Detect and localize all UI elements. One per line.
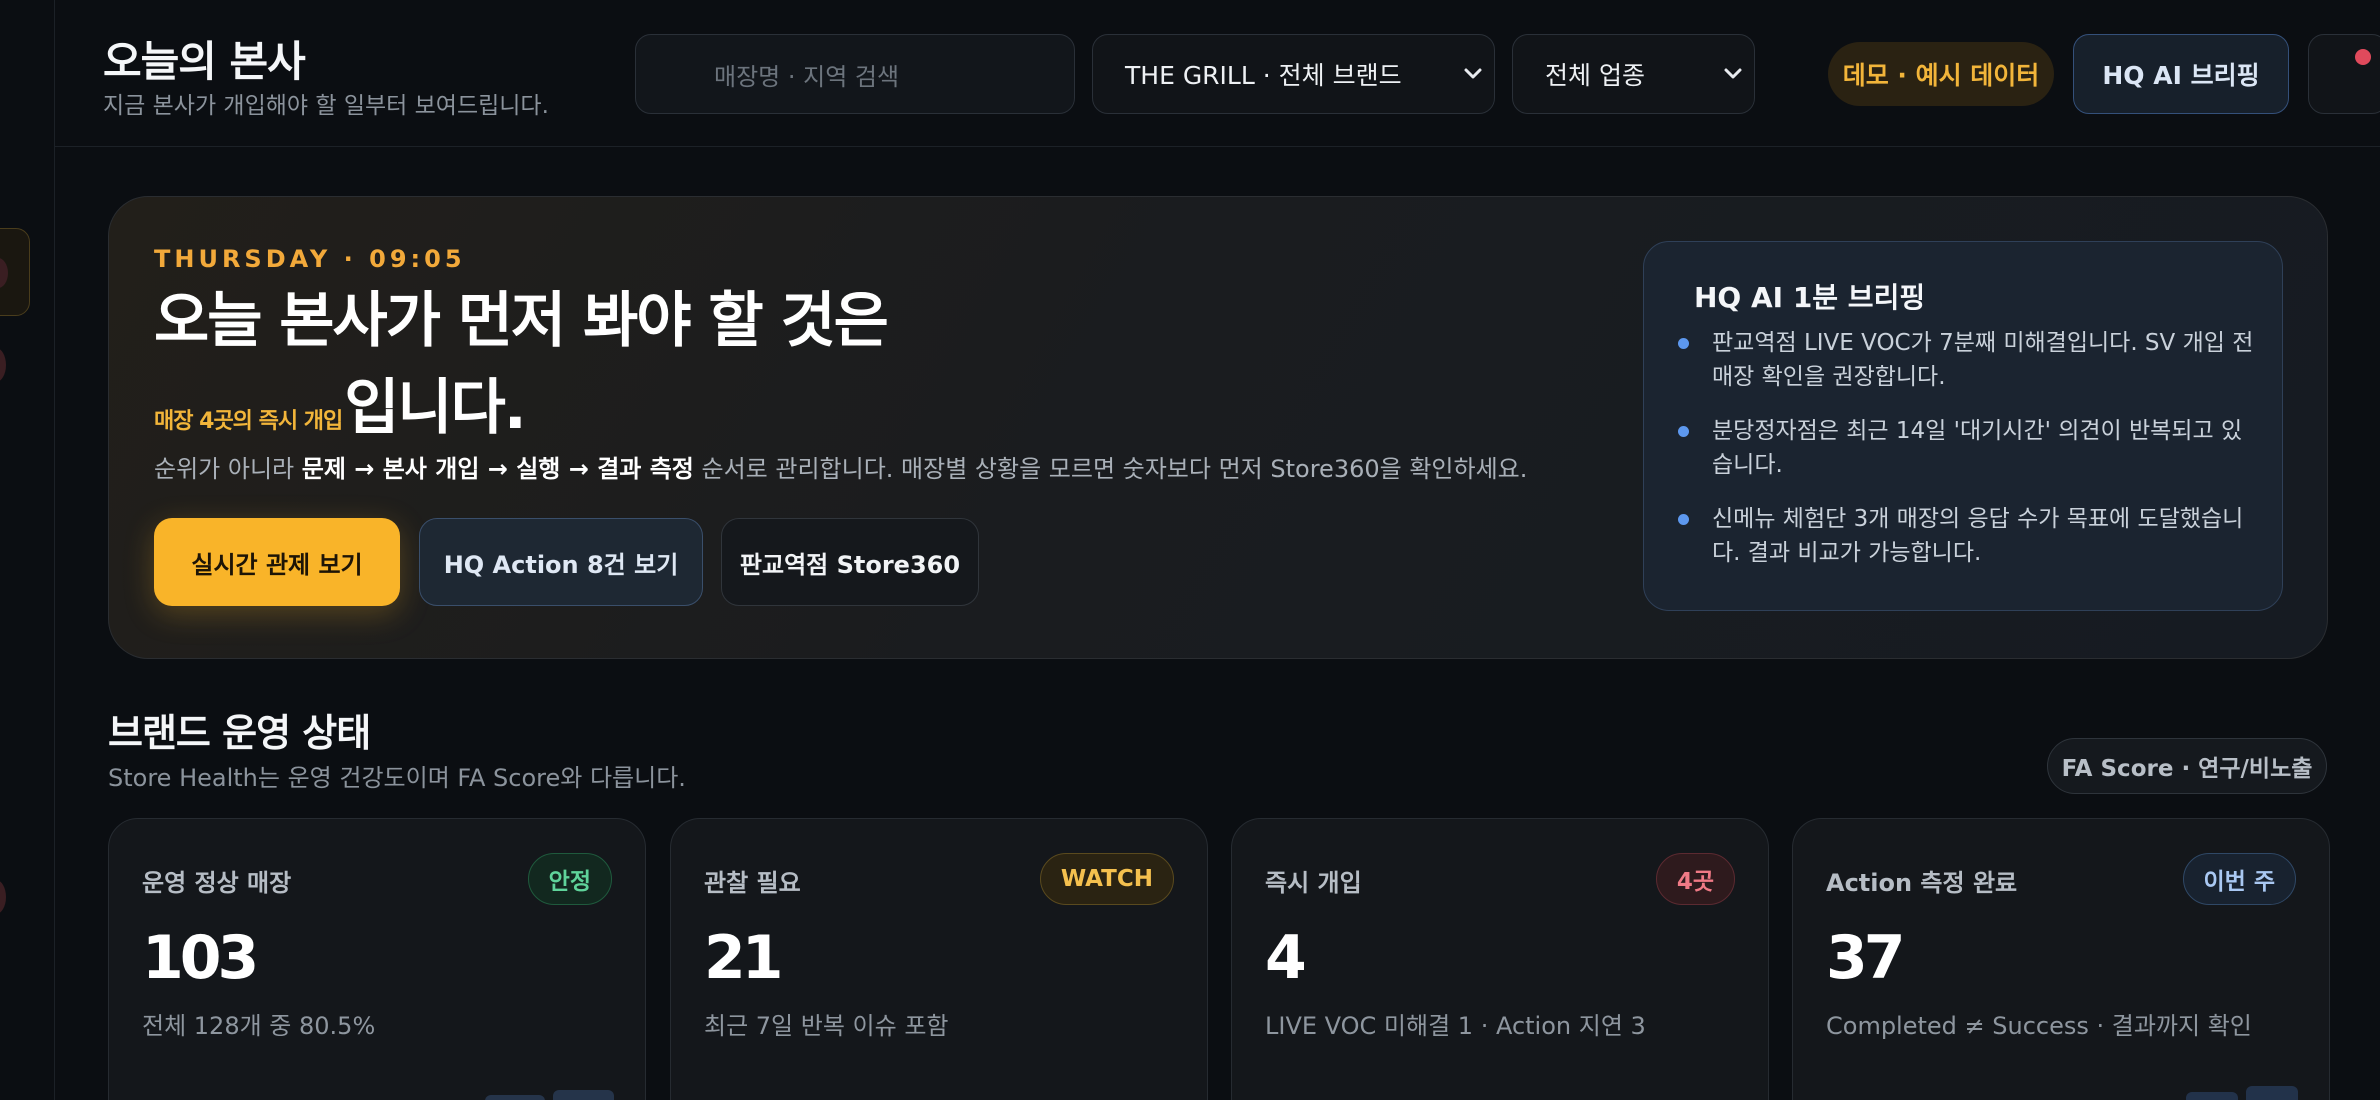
briefing-item: 판교역점 LIVE VOC가 7분째 미해결입니다. SV 개입 전 매장 확인…: [1678, 326, 2258, 394]
section-subtitle: Store Health는 운영 건강도이며 FA Score와 다릅니다.: [108, 764, 686, 792]
metric-card-action-done[interactable]: Action 측정 완료 이번 주 37 Completed ≠ Success…: [1792, 818, 2330, 1100]
notification-button[interactable]: [2308, 34, 2380, 114]
metric-note: Completed ≠ Success · 결과까지 확인: [1826, 1012, 2252, 1040]
hero-description: 순위가 아니라 문제 → 본사 개입 → 실행 → 결과 측정 순서로 관리합니…: [154, 449, 1527, 484]
date-time-kicker: THURSDAY · 09:05: [154, 245, 466, 273]
briefing-title: HQ AI 1분 브리핑: [1694, 281, 1926, 314]
briefing-item: 신메뉴 체험단 3개 매장의 응답 수가 목표에 도달했습니다. 결과 비교가 …: [1678, 502, 2258, 570]
metric-note: 최근 7일 반복 이슈 포함: [704, 1012, 949, 1040]
briefing-item-text: 신메뉴 체험단 3개 매장의 응답 수가 목표에 도달했습니다. 결과 비교가 …: [1712, 506, 2244, 566]
hero-headline-line2: 매장 4곳의 즉시 개입 입니다.: [154, 359, 527, 446]
metric-label: 운영 정상 매장: [142, 869, 292, 897]
bullet-icon: [1678, 426, 1689, 437]
briefing-item-text: 분당정자점은 최근 14일 '대기시간' 의견이 반복되고 있습니다.: [1712, 418, 2243, 478]
sparkline-bar: [484, 1095, 546, 1100]
hero-highlight: 매장 4곳의 즉시 개입: [154, 409, 343, 434]
hero-headline-tail: 입니다.: [344, 373, 526, 443]
metric-note: LIVE VOC 미해결 1 · Action 지연 3: [1265, 1012, 1646, 1040]
sparkline-bars: [142, 1077, 614, 1100]
hero-desc-prefix: 순위가 아니라: [154, 455, 302, 483]
status-badge: WATCH: [1039, 853, 1174, 905]
notification-dot-icon: [2355, 49, 2371, 65]
briefing-item-text: 판교역점 LIVE VOC가 7분째 미해결입니다. SV 개입 전 매장 확인…: [1712, 330, 2254, 390]
hero-desc-flow: 문제 → 본사 개입 → 실행 → 결과 측정: [301, 455, 694, 483]
top-header: 오늘의 본사 지금 본사가 개입해야 할 일부터 보여드립니다. 매장명 · 지…: [55, 0, 2380, 147]
realtime-monitor-button[interactable]: 실시간 관제 보기: [154, 518, 400, 606]
industry-select-value: 전체 업종: [1545, 61, 1645, 90]
metric-value: 21: [704, 923, 783, 993]
chevron-down-icon: [1724, 68, 1742, 79]
hero-desc-suffix: 순서로 관리합니다. 매장별 상황을 모르면 숫자보다 먼저 Store360을…: [693, 455, 1528, 483]
industry-select[interactable]: 전체 업종: [1512, 34, 1755, 114]
sparkline-bar: [2246, 1086, 2298, 1100]
metric-label: 즉시 개입: [1265, 869, 1362, 897]
search-input[interactable]: 매장명 · 지역 검색: [635, 34, 1075, 114]
chevron-down-icon: [1464, 68, 1482, 79]
ai-briefing-card: HQ AI 1분 브리핑 판교역점 LIVE VOC가 7분째 미해결입니다. …: [1643, 241, 2283, 611]
sidebar-alert-dot: [0, 880, 6, 914]
bullet-icon: [1678, 514, 1689, 525]
sparkline-bar: [2186, 1092, 2238, 1100]
metric-value: 37: [1826, 923, 1905, 993]
briefing-list: 판교역점 LIVE VOC가 7분째 미해결입니다. SV 개입 전 매장 확인…: [1678, 326, 2258, 590]
store360-button[interactable]: 판교역점 Store360: [721, 518, 979, 606]
demo-data-badge: 데모 · 예시 데이터: [1828, 42, 2054, 106]
section-title: 브랜드 운영 상태: [108, 711, 371, 755]
hero-headline: 오늘 본사가 먼저 봐야 할 것은: [154, 286, 889, 356]
hq-ai-briefing-button[interactable]: HQ AI 브리핑: [2073, 34, 2289, 114]
metric-card-watch[interactable]: 관찰 필요 WATCH 21 최근 7일 반복 이슈 포함: [670, 818, 1208, 1100]
search-placeholder: 매장명 · 지역 검색: [714, 62, 900, 91]
sidebar-alert-dot: [0, 348, 6, 382]
brand-select[interactable]: THE GRILL · 전체 브랜드: [1092, 34, 1495, 114]
fa-score-pill[interactable]: FA Score · 연구/비노출: [2047, 738, 2327, 794]
sidebar: [0, 0, 55, 1100]
brand-select-value: THE GRILL · 전체 브랜드: [1125, 61, 1402, 90]
metric-value: 4: [1265, 923, 1307, 993]
status-badge: 4곳: [1655, 853, 1735, 905]
sparkline-bar: [553, 1090, 614, 1100]
status-badge: 안정: [527, 853, 612, 905]
metric-value: 103: [142, 923, 259, 993]
page-subtitle: 지금 본사가 개입해야 할 일부터 보여드립니다.: [103, 93, 549, 119]
metric-label: Action 측정 완료: [1826, 869, 2018, 897]
hq-action-button[interactable]: HQ Action 8건 보기: [419, 518, 703, 606]
bullet-icon: [1678, 338, 1689, 349]
sparkline-bars: [1826, 1077, 2298, 1100]
metric-note: 전체 128개 중 80.5%: [142, 1012, 376, 1040]
metric-card-intervene[interactable]: 즉시 개입 4곳 4 LIVE VOC 미해결 1 · Action 지연 3: [1231, 818, 1769, 1100]
status-badge: 이번 주: [2182, 853, 2296, 905]
metric-card-healthy[interactable]: 운영 정상 매장 안정 103 전체 128개 중 80.5%: [108, 818, 646, 1100]
sparkline-bars: [704, 1077, 1174, 1100]
briefing-item: 분당정자점은 최근 14일 '대기시간' 의견이 반복되고 있습니다.: [1678, 414, 2258, 482]
metric-label: 관찰 필요: [704, 869, 801, 897]
hero-panel: THURSDAY · 09:05 오늘 본사가 먼저 봐야 할 것은 매장 4곳…: [108, 196, 2328, 659]
page-title: 오늘의 본사: [103, 37, 306, 86]
sparkline-bars: [1265, 1077, 1735, 1100]
